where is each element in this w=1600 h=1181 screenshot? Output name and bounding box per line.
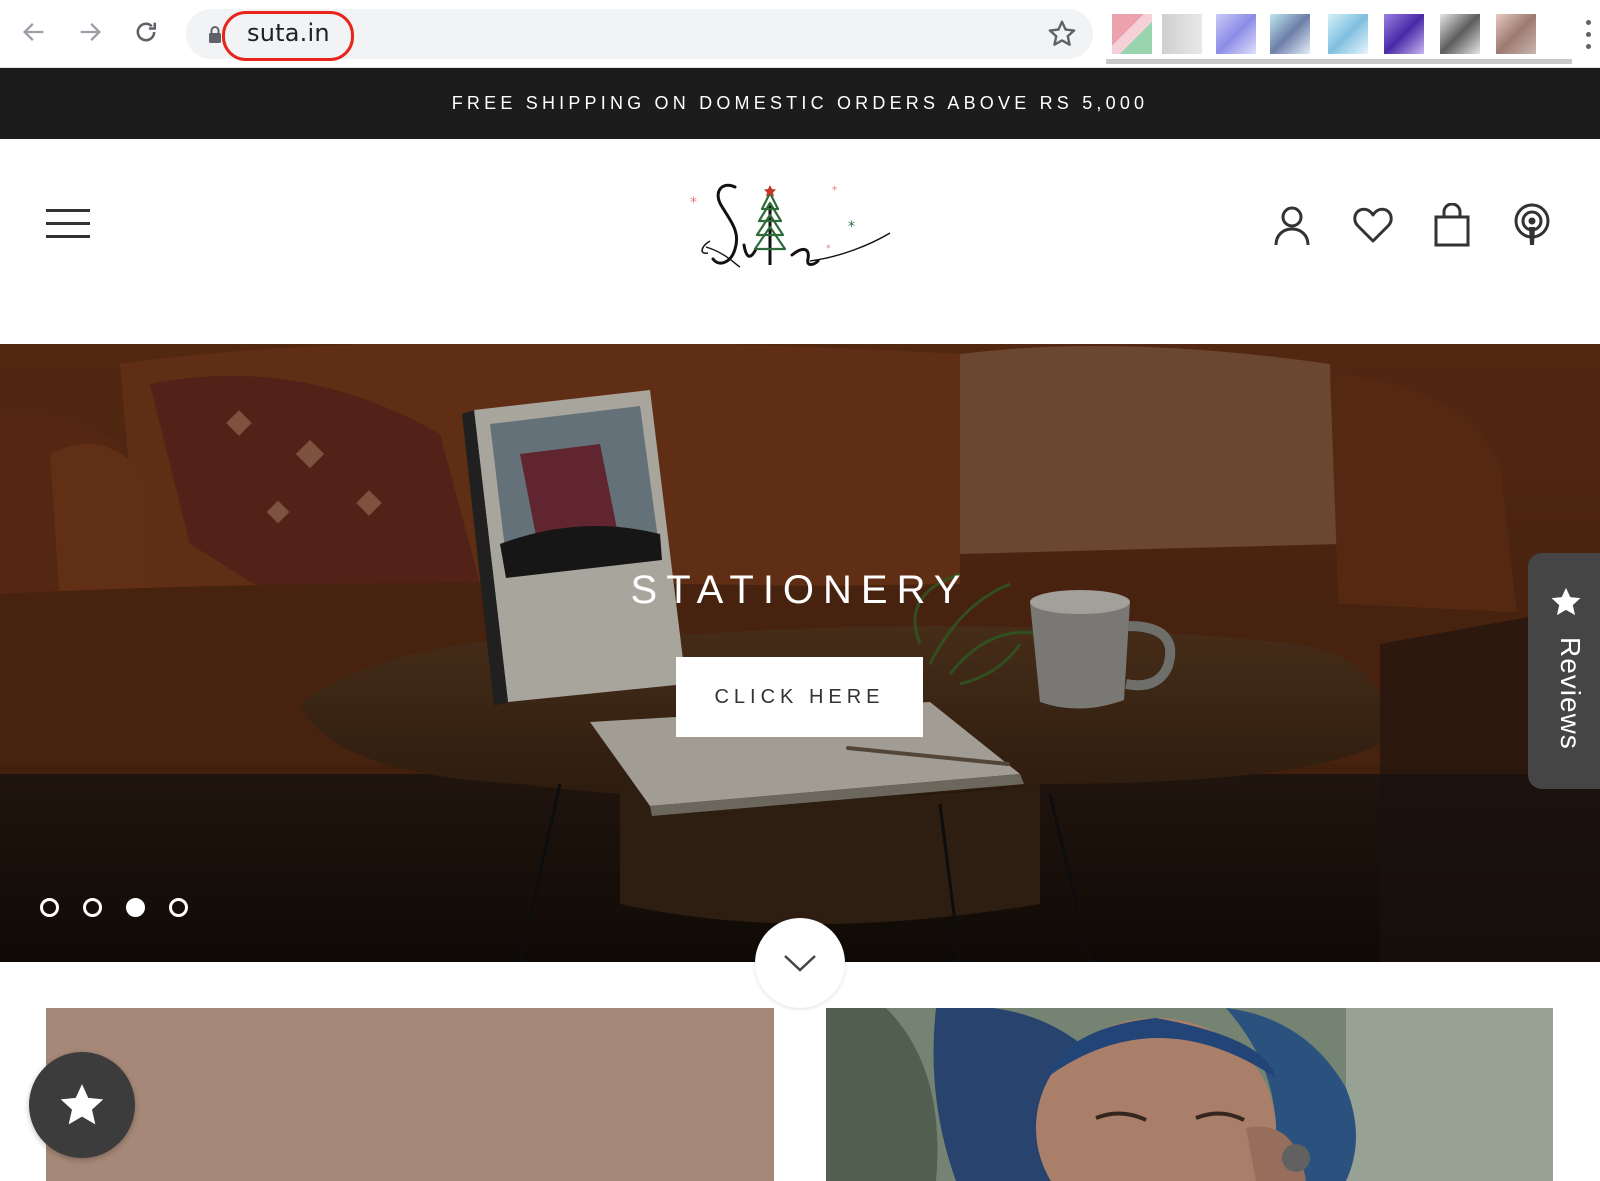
suta-logo[interactable]: * * * * * [690, 169, 910, 279]
podcast-button[interactable] [1510, 203, 1554, 247]
hamburger-line [46, 235, 90, 238]
menu-button[interactable] [46, 207, 90, 241]
collection-card-left[interactable] [46, 1008, 774, 1181]
bookmark-button[interactable] [1046, 18, 1078, 50]
star-icon [60, 1084, 104, 1125]
browser-menu-button[interactable] [1583, 16, 1593, 52]
menu-dot [1585, 43, 1591, 49]
extension-icon[interactable] [1440, 14, 1480, 54]
browser-toolbar: suta.in [0, 0, 1600, 68]
hero-slideshow: STATIONERY CLICK HERE [0, 344, 1600, 962]
site-header: * * * * * [0, 139, 1600, 344]
extensions-underline [1106, 59, 1572, 64]
svg-text:*: * [826, 244, 831, 254]
rating-widget-button[interactable] [29, 1052, 135, 1158]
account-icon [1274, 206, 1310, 246]
slide-dot[interactable] [40, 898, 59, 917]
arrow-left-icon [23, 23, 44, 41]
reviews-tab[interactable]: Reviews [1528, 553, 1600, 789]
slide-dot[interactable] [83, 898, 102, 917]
reload-icon [136, 22, 157, 42]
click-here-button[interactable]: CLICK HERE [676, 657, 923, 737]
slide-dot[interactable] [169, 898, 188, 917]
hero-title: STATIONERY [630, 568, 970, 612]
account-button[interactable] [1270, 203, 1314, 247]
hamburger-icon [46, 209, 90, 212]
star-outline-icon [1048, 20, 1076, 46]
reload-button[interactable] [128, 14, 164, 50]
announcement-text: FREE SHIPPING ON DOMESTIC ORDERS ABOVE R… [451, 93, 1149, 113]
forward-button[interactable] [72, 14, 108, 50]
wishlist-button[interactable] [1351, 203, 1395, 247]
extension-icon[interactable] [1328, 14, 1368, 54]
url-text[interactable]: suta.in [247, 19, 330, 47]
announcement-bar: FREE SHIPPING ON DOMESTIC ORDERS ABOVE R… [0, 68, 1600, 139]
svg-text:*: * [690, 195, 697, 211]
slide-dot-active[interactable] [126, 898, 145, 917]
chevron-down-icon [784, 955, 816, 972]
hamburger-line [46, 222, 90, 225]
extension-icon[interactable] [1162, 14, 1202, 54]
model-photo [826, 1008, 1553, 1181]
lock-icon [209, 26, 221, 43]
menu-dot [1585, 19, 1591, 25]
extension-icon[interactable] [1384, 14, 1424, 54]
slide-dots [40, 898, 188, 918]
cart-button[interactable] [1430, 202, 1474, 247]
svg-text:*: * [832, 185, 837, 196]
extension-icon[interactable] [1216, 14, 1256, 54]
extensions-area [1106, 10, 1572, 64]
collection-card-right[interactable] [826, 1008, 1553, 1181]
star-icon [1551, 587, 1581, 616]
back-button[interactable] [16, 14, 52, 50]
reviews-label: Reviews [1555, 637, 1586, 750]
bag-icon [1434, 202, 1470, 247]
extension-icon[interactable] [1270, 14, 1310, 54]
scroll-down-button[interactable] [755, 918, 845, 1008]
arrow-right-icon [80, 23, 101, 41]
podcast-icon [1514, 203, 1550, 245]
extension-icon[interactable] [1496, 14, 1536, 54]
heart-icon [1353, 207, 1393, 243]
hero-image [0, 344, 1600, 962]
svg-text:*: * [848, 219, 855, 235]
extension-icon[interactable] [1112, 14, 1152, 54]
menu-dot [1585, 31, 1591, 37]
